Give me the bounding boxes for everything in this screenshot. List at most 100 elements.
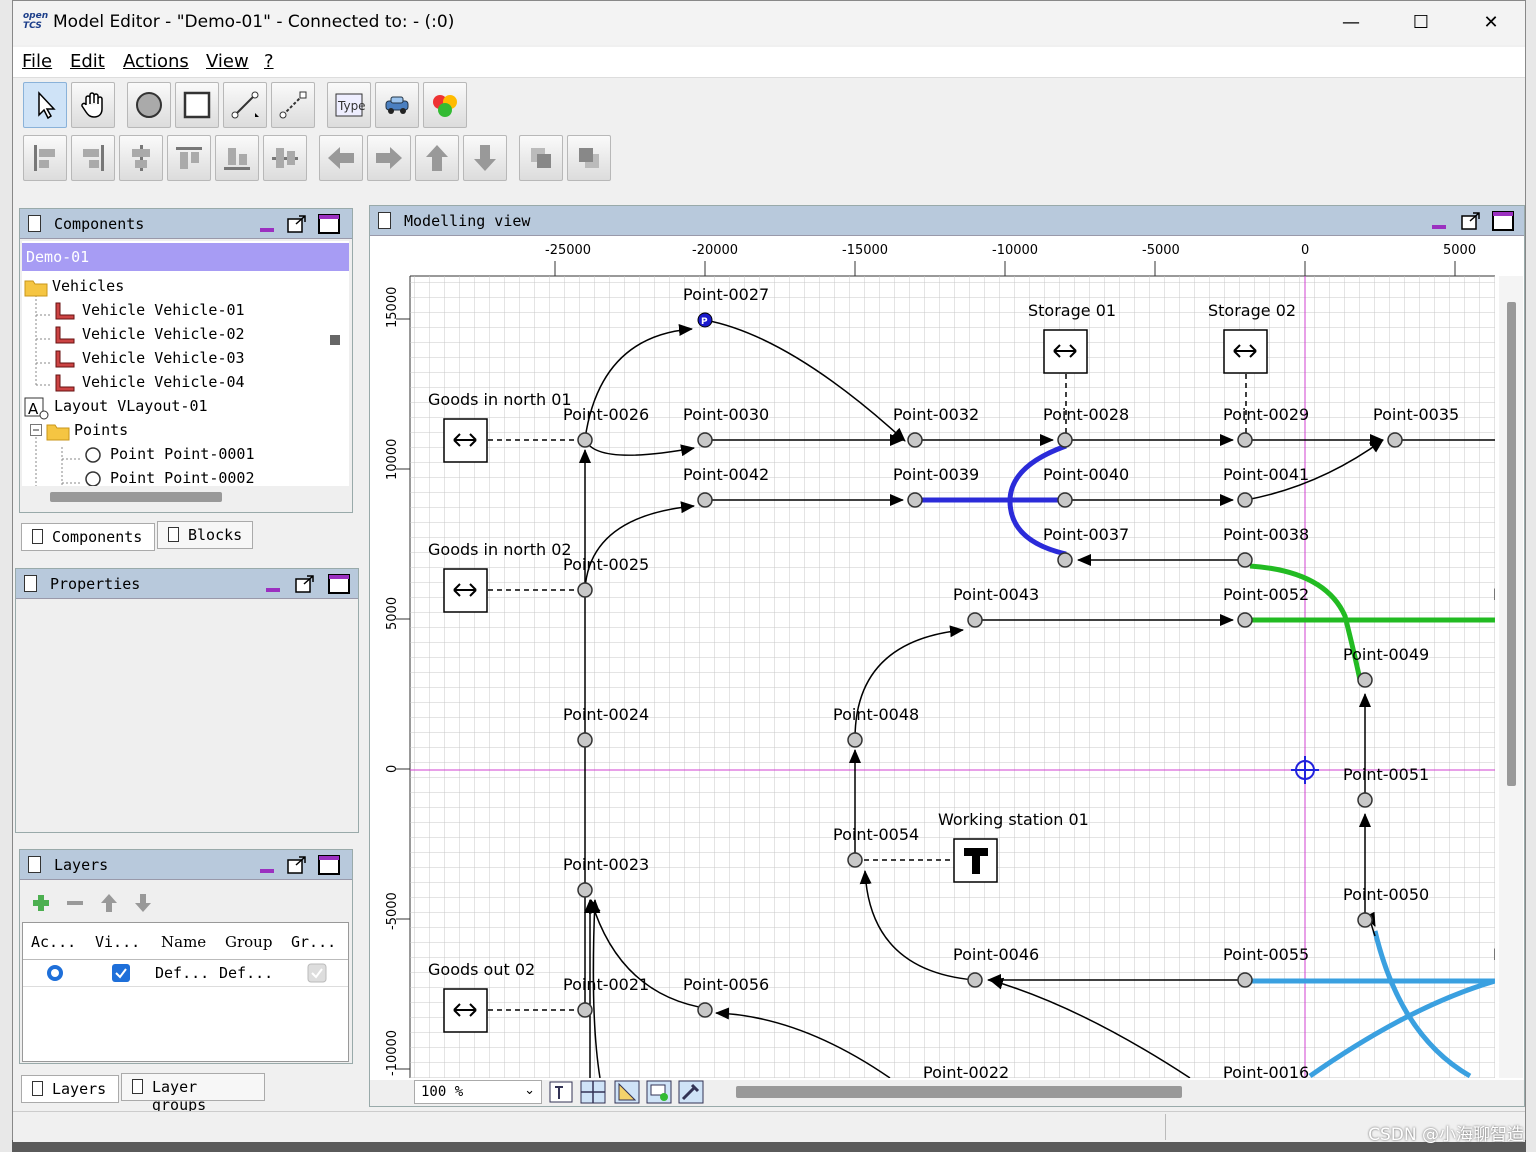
- layer-name-cell[interactable]: Def...: [155, 964, 209, 982]
- float-panel-icon[interactable]: [294, 574, 316, 594]
- point-0043[interactable]: [967, 612, 983, 628]
- collapse-icon[interactable]: [30, 424, 42, 436]
- float-panel-icon[interactable]: [286, 214, 308, 234]
- point-0048[interactable]: [847, 732, 863, 748]
- point-0046[interactable]: [967, 972, 983, 988]
- location-storage-02[interactable]: [1223, 329, 1268, 374]
- point-0038[interactable]: [1237, 552, 1253, 568]
- point-0041[interactable]: [1237, 492, 1253, 508]
- point-0051[interactable]: [1357, 792, 1373, 808]
- point-0024[interactable]: [577, 732, 593, 748]
- point-0054[interactable]: [847, 852, 863, 868]
- point-0056[interactable]: [697, 1002, 713, 1018]
- point-0023[interactable]: [577, 882, 593, 898]
- canvas-horizontal-scrollbar[interactable]: [736, 1086, 1182, 1098]
- minimize-button[interactable]: —: [1331, 9, 1371, 37]
- add-layer-icon[interactable]: [30, 892, 52, 914]
- align-left-button[interactable]: [23, 135, 67, 181]
- column-active[interactable]: Ac...: [31, 933, 76, 951]
- align-top-button[interactable]: [167, 135, 211, 181]
- align-bottom-button[interactable]: [215, 135, 259, 181]
- point-0039[interactable]: [907, 492, 923, 508]
- align-center-h-button[interactable]: [119, 135, 163, 181]
- point-0026[interactable]: [577, 432, 593, 448]
- point-0028[interactable]: [1057, 432, 1073, 448]
- location-storage-01[interactable]: [1043, 329, 1088, 374]
- move-up-button[interactable]: [415, 135, 459, 181]
- layer-group-cell[interactable]: Def...: [219, 964, 273, 982]
- column-group-visible[interactable]: Gr...: [291, 933, 336, 951]
- table-row[interactable]: Def... Def...: [23, 960, 348, 987]
- column-visible[interactable]: Vi...: [95, 933, 140, 951]
- create-link-button[interactable]: [271, 82, 315, 128]
- column-group[interactable]: Group: [225, 933, 272, 951]
- select-tool-button[interactable]: [23, 82, 67, 128]
- create-path-button[interactable]: [223, 82, 267, 128]
- move-right-button[interactable]: [367, 135, 411, 181]
- point-0052[interactable]: [1237, 612, 1253, 628]
- maximize-panel-icon[interactable]: [318, 214, 340, 234]
- minimize-panel-icon[interactable]: [256, 855, 278, 875]
- toggle-labels-icon[interactable]: [548, 1080, 574, 1104]
- menu-view[interactable]: View: [206, 51, 249, 72]
- align-right-button[interactable]: [71, 135, 115, 181]
- vertical-scroll-thumb[interactable]: [1507, 302, 1516, 786]
- tree-root-row[interactable]: Demo-01: [22, 243, 349, 271]
- float-panel-icon[interactable]: [1460, 211, 1482, 231]
- point-0049[interactable]: [1357, 672, 1373, 688]
- create-vehicle-button[interactable]: [375, 82, 419, 128]
- menu-file[interactable]: File: [22, 51, 52, 72]
- point-0042[interactable]: [697, 492, 713, 508]
- align-center-v-button[interactable]: [263, 135, 307, 181]
- maximize-button[interactable]: ☐: [1401, 9, 1441, 37]
- point-0027[interactable]: P: [697, 312, 713, 328]
- point-0050[interactable]: [1357, 912, 1373, 928]
- location-goods-in-north-01[interactable]: [443, 418, 488, 463]
- tab-components[interactable]: Components: [21, 523, 155, 551]
- toggle-blocks-icon[interactable]: [646, 1080, 672, 1104]
- point-0021[interactable]: [577, 1002, 593, 1018]
- toggle-grid-icon[interactable]: [580, 1080, 606, 1104]
- create-point-button[interactable]: [127, 82, 171, 128]
- bring-to-front-button[interactable]: [519, 135, 563, 181]
- point-0030[interactable]: [697, 432, 713, 448]
- point-0035[interactable]: [1387, 432, 1403, 448]
- move-layer-down-icon[interactable]: [132, 892, 154, 914]
- point-0032[interactable]: [907, 432, 923, 448]
- point-0055[interactable]: [1237, 972, 1253, 988]
- maximize-panel-icon[interactable]: [328, 574, 350, 594]
- tab-layer-groups[interactable]: Layer groups: [121, 1073, 265, 1114]
- maximize-panel-icon[interactable]: [318, 855, 340, 875]
- visible-checkbox-icon[interactable]: [111, 963, 131, 983]
- minimize-panel-icon[interactable]: [256, 214, 278, 234]
- tab-layers[interactable]: Layers: [21, 1075, 119, 1103]
- float-panel-icon[interactable]: [286, 855, 308, 875]
- toggle-rulers-icon[interactable]: [614, 1080, 640, 1104]
- remove-layer-icon[interactable]: [64, 892, 86, 914]
- active-radio-icon[interactable]: [45, 963, 65, 983]
- point-0029[interactable]: [1237, 432, 1253, 448]
- point-0025[interactable]: [577, 582, 593, 598]
- move-down-button[interactable]: [463, 135, 507, 181]
- minimize-panel-icon[interactable]: [1428, 211, 1450, 231]
- column-name[interactable]: Name: [161, 933, 206, 951]
- maximize-panel-icon[interactable]: [1492, 211, 1514, 231]
- menu-edit[interactable]: Edit: [70, 51, 105, 72]
- point-0040[interactable]: [1057, 492, 1073, 508]
- close-button[interactable]: ✕: [1471, 9, 1511, 37]
- tab-blocks[interactable]: Blocks: [157, 521, 253, 549]
- location-type-button[interactable]: Type: [327, 82, 371, 128]
- tools-icon[interactable]: [678, 1080, 704, 1104]
- zoom-select[interactable]: 100 % ⌄: [414, 1080, 542, 1104]
- send-to-back-button[interactable]: [567, 135, 611, 181]
- tree-horizontal-scrollbar[interactable]: [50, 492, 222, 502]
- move-left-button[interactable]: [319, 135, 363, 181]
- location-working-station-01[interactable]: [953, 838, 998, 883]
- drag-tool-button[interactable]: [71, 82, 115, 128]
- create-block-button[interactable]: [423, 82, 467, 128]
- location-goods-in-north-02[interactable]: [443, 568, 488, 613]
- modelling-canvas[interactable]: -25000 -20000 -15000 -10000 -5000 0 5000…: [370, 236, 1524, 1080]
- point-0037[interactable]: [1057, 552, 1073, 568]
- location-goods-out-02[interactable]: [443, 988, 488, 1033]
- move-layer-up-icon[interactable]: [98, 892, 120, 914]
